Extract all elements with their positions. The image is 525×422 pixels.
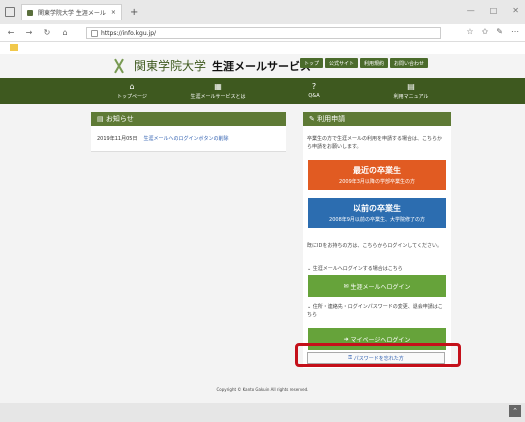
favorite-star-icon[interactable]: ☆ — [466, 27, 473, 36]
scroll-to-top-icon[interactable]: ⌃ — [509, 405, 521, 417]
close-window-icon[interactable]: ✕ — [512, 6, 519, 15]
mail-icon: ✉ — [343, 282, 351, 290]
news-title: お知らせ — [105, 115, 134, 123]
apply-title: 利用申請 — [317, 115, 346, 123]
news-date: 2019年11月05日 — [97, 136, 138, 142]
tab-actions-icon[interactable] — [5, 7, 15, 17]
mail-login-label: 生涯メールへログイン — [350, 283, 411, 291]
url-input[interactable]: https://info.kgu.jp/ — [86, 27, 441, 39]
site-header: 関東学院大学 生涯メールサービス トップ 公式サイト 利用規約 お問い合わせ — [0, 54, 525, 78]
site-favicon-icon — [27, 9, 33, 16]
service-name: 生涯メールサービス — [212, 60, 312, 73]
home-icon[interactable]: ⌂ — [58, 28, 72, 37]
nav-label: Q&A — [308, 93, 320, 99]
news-link[interactable]: 生涯メールへのログインボタンの削除 — [143, 135, 228, 142]
nav-manual[interactable]: ▤ 利用マニュアル — [361, 78, 461, 104]
favorites-icon[interactable]: ✩ — [482, 27, 489, 36]
recent-graduate-title: 最近の卒業生 — [353, 166, 401, 175]
site-logo[interactable]: 関東学院大学 生涯メールサービス — [110, 57, 311, 74]
apply-intro-text: 卒業生の方で生涯メールの利用を申請する場合は、こちらから申請をお願いします。 — [307, 136, 443, 150]
question-icon: ? — [311, 82, 317, 91]
active-browser-tab[interactable]: 関東学院大学 生涯メール × — [21, 4, 122, 20]
news-panel: 2019年11月05日 生涯メールへのログインボタンの削除 — [91, 126, 286, 152]
recent-graduate-button[interactable]: 最近の卒業生 2009年3月以降の学部卒業生の方 — [308, 160, 446, 190]
forward-icon[interactable]: → — [22, 28, 36, 37]
mypage-disclosure[interactable]: ⌄ 住所・連絡先・ログインパスワードの変更、退会申請はこちら — [307, 303, 445, 319]
nav-label: トップページ — [117, 94, 147, 100]
refresh-icon[interactable]: ↻ — [40, 28, 54, 37]
top-link-official-site[interactable]: 公式サイト — [325, 58, 359, 68]
url-text: https://info.kgu.jp/ — [101, 29, 157, 37]
nav-label: 利用マニュアル — [393, 94, 429, 100]
main-navigation: ⌂ トップページ ▦ 生涯メールサービスとは ? Q&A ▤ 利用マニュアル — [0, 78, 525, 104]
news-header: ▤ お知らせ — [91, 112, 286, 126]
top-link-contact[interactable]: お問い合わせ — [390, 58, 429, 68]
top-link-terms[interactable]: 利用規約 — [360, 58, 389, 68]
favorites-bar — [0, 42, 525, 54]
older-graduate-title: 以前の卒業生 — [353, 204, 401, 213]
mail-login-disclosure[interactable]: ⌄ 生涯メールへログインする場合はこちら — [307, 265, 403, 272]
login-note: 既にIDをお持ちの方は、こちらからログインしてください。 — [307, 243, 443, 249]
forgot-password-highlight — [295, 343, 461, 367]
close-tab-icon[interactable]: × — [111, 9, 116, 16]
top-link-home[interactable]: トップ — [300, 58, 324, 68]
tab-title: 関東学院大学 生涯メール — [38, 10, 106, 17]
recent-graduate-sub: 2009年3月以降の学部卒業生の方 — [339, 179, 415, 185]
login-icon: ➜ — [343, 335, 351, 343]
nav-label: 生涯メールサービスとは — [190, 94, 246, 100]
mail-login-button[interactable]: ✉ 生涯メールへログイン — [308, 275, 446, 297]
older-graduate-button[interactable]: 以前の卒業生 2008年9月以前の卒業生、大学院修了の方 — [308, 198, 446, 228]
maximize-icon[interactable]: □ — [490, 6, 498, 15]
nav-top-page[interactable]: ⌂ トップページ — [82, 78, 182, 104]
apply-header: ✎ 利用申請 — [303, 112, 451, 126]
edit-icon: ✎ — [309, 115, 318, 123]
mail-disclosure-text: 生涯メールへログインする場合はこちら — [312, 266, 403, 272]
mypage-disclosure-text: 住所・連絡先・ログインパスワードの変更、退会申請はこちら — [307, 304, 443, 318]
address-bar: ← → ↻ ⌂ https://info.kgu.jp/ ☆ ✩ ✎ ⋯ — [0, 24, 525, 42]
apply-panel: 卒業生の方で生涯メールの利用を申請する場合は、こちらから申請をお願いします。 最… — [303, 126, 451, 368]
nav-about-service[interactable]: ▦ 生涯メールサービスとは — [168, 78, 268, 104]
manual-icon: ▤ — [407, 82, 415, 91]
more-icon[interactable]: ⋯ — [511, 27, 519, 36]
grid-icon: ▦ — [214, 82, 222, 91]
lock-icon — [91, 29, 98, 37]
news-icon: ▤ — [97, 115, 106, 123]
folder-icon[interactable] — [10, 44, 18, 51]
browser-tab-strip: 関東学院大学 生涯メール × + — □ ✕ — [0, 0, 525, 24]
back-icon[interactable]: ← — [4, 28, 18, 37]
university-emblem-icon — [110, 58, 128, 74]
older-graduate-sub: 2008年9月以前の卒業生、大学院修了の方 — [329, 217, 425, 223]
nav-qa[interactable]: ? Q&A — [264, 78, 364, 104]
home-icon: ⌂ — [129, 82, 135, 91]
new-tab-button[interactable]: + — [130, 7, 138, 18]
minimize-icon[interactable]: — — [467, 6, 475, 15]
page-bottom — [0, 403, 525, 422]
pen-icon[interactable]: ✎ — [496, 27, 503, 36]
university-name: 関東学院大学 — [134, 59, 207, 73]
footer: Copyright © Kanto Gakuin All rights rese… — [0, 379, 525, 403]
